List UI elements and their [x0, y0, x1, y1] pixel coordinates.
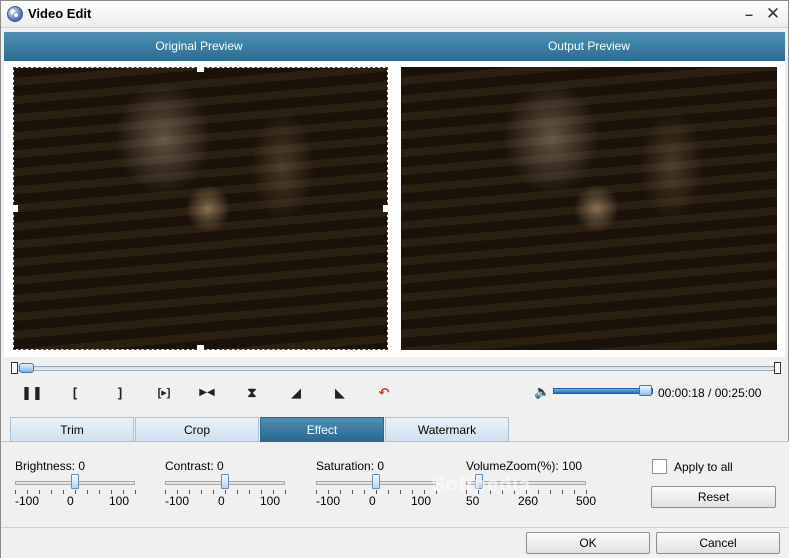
- slider-tick: [75, 490, 76, 494]
- slider-tick: [237, 490, 238, 494]
- slider-tick: [99, 490, 100, 494]
- slider-tick: [538, 490, 539, 494]
- crop-handle-top[interactable]: [197, 65, 204, 72]
- slider-tick: [388, 490, 389, 494]
- edit-tabs: Trim Crop Effect Watermark: [1, 414, 789, 442]
- brightness-min: -100: [15, 494, 40, 508]
- slider-tick: [562, 490, 563, 494]
- playback-controls: ❚❚ [ ] [▸] ▶◀ ⧗ ◢ ◣ ↶ 🔈 00:00:18 / 00:25…: [1, 378, 789, 408]
- preview-header: Original Preview Output Preview: [4, 32, 785, 61]
- saturation-max: 100: [411, 494, 432, 508]
- slider-tick: [352, 490, 353, 494]
- slider-tick: [189, 490, 190, 494]
- softpedia-watermark: Softpedia: [431, 474, 532, 496]
- timeline-thumb[interactable]: [19, 363, 34, 373]
- saturation-thumb[interactable]: [372, 474, 380, 489]
- slider-tick: [63, 490, 64, 494]
- rotate-left-icon[interactable]: ◢: [285, 382, 307, 404]
- time-display: 00:00:18 / 00:25:00: [658, 386, 762, 400]
- saturation-label: Saturation: 0: [316, 459, 385, 473]
- timeline-start-marker[interactable]: [11, 362, 18, 374]
- close-button[interactable]: ✕: [763, 4, 783, 24]
- saturation-slider-group: Saturation: 0 -100 0 100: [316, 459, 446, 519]
- saturation-min: -100: [316, 494, 341, 508]
- brightness-max: 100: [109, 494, 130, 508]
- slider-tick: [340, 490, 341, 494]
- contrast-slider-group: Contrast: 0 -100 0 100: [165, 459, 295, 519]
- video-edit-window: Video Edit – ✕ Original Preview Output P…: [0, 0, 789, 558]
- output-preview-label: Output Preview: [547, 39, 631, 53]
- preview-area: [4, 61, 785, 357]
- slider-tick: [249, 490, 250, 494]
- slider-tick: [213, 490, 214, 494]
- mark-out-icon[interactable]: ]: [109, 382, 131, 404]
- slider-tick: [87, 490, 88, 494]
- crop-handle-right[interactable]: [383, 205, 390, 212]
- slider-tick: [364, 490, 365, 494]
- footer: OK Cancel: [1, 527, 789, 558]
- slider-tick: [135, 490, 136, 494]
- apply-to-all-label[interactable]: Apply to all: [674, 460, 733, 474]
- ok-button[interactable]: OK: [526, 532, 650, 554]
- slider-tick: [400, 490, 401, 494]
- volume-icon[interactable]: 🔈: [534, 385, 550, 399]
- brightness-slider-group: Brightness: 0 -100 0 100: [15, 459, 145, 519]
- slider-tick: [550, 490, 551, 494]
- tab-crop[interactable]: Crop: [135, 417, 259, 442]
- crop-handle-left[interactable]: [11, 205, 18, 212]
- slider-tick: [225, 490, 226, 494]
- original-video-frame[interactable]: [11, 65, 390, 352]
- volume-slider[interactable]: [553, 388, 653, 394]
- undo-icon[interactable]: ↶: [373, 382, 395, 404]
- contrast-min: -100: [165, 494, 190, 508]
- brightness-thumb[interactable]: [71, 474, 79, 489]
- pause-icon[interactable]: ❚❚: [21, 382, 43, 404]
- next-frame-icon[interactable]: ▶◀: [196, 382, 218, 404]
- flip-vertical-icon[interactable]: ⧗: [241, 382, 263, 404]
- contrast-max: 100: [260, 494, 281, 508]
- disc-app-icon: [7, 6, 23, 22]
- crop-handle-bottom[interactable]: [197, 345, 204, 352]
- contrast-label: Contrast: 0: [165, 459, 224, 473]
- contrast-thumb[interactable]: [221, 474, 229, 489]
- tab-effect[interactable]: Effect: [260, 417, 384, 442]
- saturation-mid: 0: [369, 494, 376, 508]
- reset-button[interactable]: Reset: [651, 486, 776, 508]
- effect-panel: Brightness: 0 -100 0 100 Contrast: 0 -10…: [1, 442, 789, 527]
- timeline-track[interactable]: [15, 366, 777, 371]
- brightness-mid: 0: [67, 494, 74, 508]
- slider-tick: [285, 490, 286, 494]
- contrast-mid: 0: [218, 494, 225, 508]
- volume-zoom-max: 500: [576, 494, 597, 508]
- output-video-frame: [401, 67, 777, 350]
- slider-tick: [39, 490, 40, 494]
- timeline-end-marker[interactable]: [774, 362, 781, 374]
- mark-in-icon[interactable]: [: [64, 382, 86, 404]
- tab-trim[interactable]: Trim: [10, 417, 134, 442]
- title-bar: Video Edit – ✕: [1, 1, 788, 28]
- slider-tick: [51, 490, 52, 494]
- clip-play-icon[interactable]: [▸]: [151, 382, 177, 404]
- rotate-right-icon[interactable]: ◣: [329, 382, 351, 404]
- window-title: Video Edit: [28, 6, 92, 21]
- apply-to-all-checkbox[interactable]: [652, 459, 667, 474]
- timeline-slider[interactable]: [11, 362, 781, 374]
- cancel-button[interactable]: Cancel: [656, 532, 780, 554]
- minimize-button[interactable]: –: [739, 4, 759, 24]
- volume-thumb[interactable]: [639, 385, 652, 396]
- original-preview-label: Original Preview: [155, 39, 243, 53]
- slider-tick: [376, 490, 377, 494]
- volume-zoom-label: VolumeZoom(%): 100: [466, 459, 583, 473]
- brightness-label: Brightness: 0: [15, 459, 86, 473]
- slider-tick: [201, 490, 202, 494]
- slider-tick: [574, 490, 575, 494]
- tab-watermark[interactable]: Watermark: [385, 417, 509, 442]
